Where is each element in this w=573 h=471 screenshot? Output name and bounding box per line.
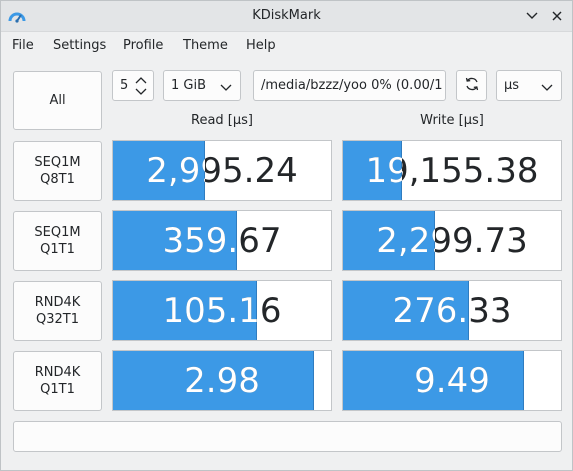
write-value-on-fill: 19,155.38 bbox=[365, 150, 402, 191]
test-params: Q1T1 bbox=[40, 242, 75, 257]
refresh-icon bbox=[464, 76, 480, 96]
write-value-overlay: 9.49 bbox=[343, 351, 524, 410]
title-bar: KDiskMark bbox=[1, 1, 572, 32]
runs-value: 5 bbox=[120, 78, 129, 93]
menu-settings[interactable]: Settings bbox=[53, 38, 106, 53]
read-value-overlay: 105.16 bbox=[113, 281, 257, 340]
menu-profile[interactable]: Profile bbox=[123, 38, 163, 53]
status-bar bbox=[13, 421, 562, 452]
write-value-on-fill: 9.49 bbox=[414, 360, 490, 401]
read-result: 2.98 2.98 bbox=[112, 350, 332, 411]
read-value-on-fill: 359.67 bbox=[162, 220, 237, 261]
read-value-overlay: 2,995.24 bbox=[113, 141, 205, 200]
test-button-seq1m-q1t1[interactable]: SEQ1M Q1T1 bbox=[13, 211, 102, 271]
chevron-down-icon bbox=[541, 81, 553, 96]
read-result: 105.16105.16 bbox=[112, 280, 332, 341]
window-title: KDiskMark bbox=[252, 8, 321, 23]
test-name: SEQ1M bbox=[34, 225, 81, 240]
write-result: 276.33276.33 bbox=[342, 280, 562, 341]
write-result: 19,155.3819,155.38 bbox=[342, 140, 562, 201]
runs-spinbox[interactable]: 5 bbox=[112, 70, 154, 101]
kdiskmark-window: KDiskMark File Settings Profile Theme He… bbox=[0, 0, 573, 471]
test-size-select[interactable]: 1 GiB bbox=[163, 70, 241, 101]
test-params: Q1T1 bbox=[40, 382, 75, 397]
test-params: Q32T1 bbox=[35, 312, 79, 327]
write-value-on-fill: 2,299.73 bbox=[376, 220, 435, 261]
unit-select[interactable]: μs bbox=[496, 70, 562, 101]
test-button-rnd4k-q32t1[interactable]: RND4K Q32T1 bbox=[13, 281, 102, 341]
read-result: 2,995.242,995.24 bbox=[112, 140, 332, 201]
write-value-overlay: 2,299.73 bbox=[343, 211, 435, 270]
read-value-on-fill: 2.98 bbox=[184, 360, 260, 401]
menu-file[interactable]: File bbox=[12, 38, 34, 53]
test-name: RND4K bbox=[34, 295, 81, 310]
menu-bar: File Settings Profile Theme Help bbox=[1, 32, 572, 59]
read-value-on-fill: 105.16 bbox=[162, 290, 257, 331]
target-path-select[interactable]: /media/bzzz/yoo 0% (0.00/1 bbox=[253, 70, 446, 101]
test-name: SEQ1M bbox=[34, 155, 81, 170]
unit-value: μs bbox=[504, 78, 520, 93]
write-value-on-fill: 276.33 bbox=[392, 290, 469, 331]
close-icon[interactable] bbox=[548, 7, 566, 25]
read-value-overlay: 359.67 bbox=[113, 211, 237, 270]
read-value-overlay: 2.98 bbox=[113, 351, 314, 410]
menu-theme[interactable]: Theme bbox=[183, 38, 228, 53]
refresh-button[interactable] bbox=[456, 70, 487, 101]
test-button-rnd4k-q1t1[interactable]: RND4K Q1T1 bbox=[13, 351, 102, 411]
chevron-down-icon[interactable] bbox=[523, 7, 541, 25]
test-name: RND4K bbox=[34, 365, 81, 380]
target-path-value: /media/bzzz/yoo 0% (0.00/1 bbox=[261, 78, 443, 93]
read-result: 359.67359.67 bbox=[112, 210, 332, 271]
read-column-header: Read [μs] bbox=[191, 113, 253, 128]
menu-help[interactable]: Help bbox=[246, 38, 276, 53]
write-result: 9.49 9.49 bbox=[342, 350, 562, 411]
all-button[interactable]: All bbox=[13, 71, 102, 130]
test-size-value: 1 GiB bbox=[171, 78, 207, 93]
chevron-down-icon bbox=[220, 81, 232, 96]
read-value-on-fill: 2,995.24 bbox=[146, 150, 205, 191]
write-result: 2,299.732,299.73 bbox=[342, 210, 562, 271]
write-column-header: Write [μs] bbox=[420, 113, 484, 128]
write-value-overlay: 19,155.38 bbox=[343, 141, 402, 200]
test-button-seq1m-q8t1[interactable]: SEQ1M Q8T1 bbox=[13, 141, 102, 201]
test-params: Q8T1 bbox=[40, 172, 75, 187]
spin-arrows-icon[interactable] bbox=[134, 74, 148, 98]
write-value-overlay: 276.33 bbox=[343, 281, 469, 340]
